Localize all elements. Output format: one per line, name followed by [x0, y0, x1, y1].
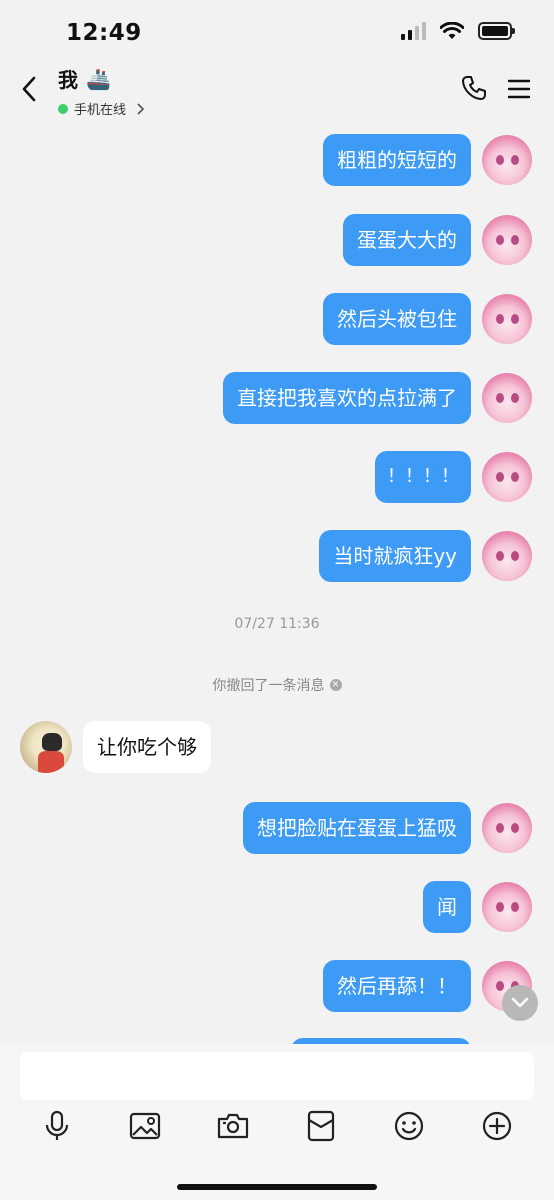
message-bubble-outgoing[interactable]: 然后再舔！！ [323, 960, 471, 1012]
message-bubble-outgoing[interactable]: 粗粗的短短的 [323, 134, 471, 186]
chat-header: 我 🚢 手机在线 [0, 62, 554, 118]
status-bar: 12:49 [0, 0, 554, 62]
my-avatar[interactable] [482, 135, 532, 185]
hamburger-menu-icon [507, 79, 531, 99]
status-time: 12:49 [66, 20, 142, 46]
my-avatar[interactable] [482, 373, 532, 423]
camera-button[interactable] [215, 1108, 251, 1144]
mic-button[interactable] [39, 1108, 75, 1144]
plus-icon [482, 1111, 512, 1141]
message-bubble-outgoing[interactable]: 直接把我喜欢的点拉满了 [223, 372, 471, 424]
status-icons [401, 22, 515, 40]
message-list[interactable]: 粗粗的短短的 蛋蛋大大的 然后头被包住 直接把我喜欢的点拉满了 ！！！！ 当时就… [0, 118, 554, 1044]
ship-emoji: 🚢 [86, 66, 111, 91]
chat-title: 我 [58, 68, 78, 92]
chevron-right-icon [137, 102, 145, 115]
message-timestamp: 07/27 11:36 [234, 616, 320, 632]
image-icon [129, 1112, 161, 1140]
chat-title-area[interactable]: 我 🚢 手机在线 [58, 64, 145, 118]
my-avatar[interactable] [482, 452, 532, 502]
emoji-button[interactable] [391, 1108, 427, 1144]
back-button[interactable] [14, 74, 44, 104]
message-bubble-incoming[interactable]: 让你吃个够 [83, 721, 211, 773]
online-dot-icon [58, 103, 68, 114]
my-avatar[interactable] [482, 215, 532, 265]
plus-button[interactable] [479, 1108, 515, 1144]
image-button[interactable] [127, 1108, 163, 1144]
wifi-icon [440, 22, 464, 39]
cellular-signal-icon [401, 22, 426, 40]
camera-icon [217, 1113, 249, 1139]
message-bubble-outgoing[interactable]: 蛋蛋大大的 [343, 214, 471, 266]
my-avatar[interactable] [482, 882, 532, 932]
presence-label: 手机在线 [74, 103, 127, 118]
contact-avatar[interactable] [20, 721, 72, 773]
scroll-to-bottom-button[interactable] [502, 985, 538, 1021]
message-bubble-outgoing[interactable]: 当时就疯狂yy [319, 530, 471, 582]
message-bubble-outgoing[interactable]: 然后头被包住 [323, 293, 471, 345]
phone-icon [462, 76, 486, 100]
emoji-icon [394, 1111, 424, 1141]
recall-notice: 你撤回了一条消息 ✕ [0, 675, 554, 695]
message-bubble-outgoing[interactable]: 闻 [423, 881, 471, 933]
chevron-down-icon [511, 997, 529, 1008]
input-area [0, 1044, 554, 1200]
my-avatar[interactable] [482, 531, 532, 581]
battery-icon [478, 22, 515, 40]
input-toolbar [0, 1108, 554, 1152]
my-avatar[interactable] [482, 803, 532, 853]
my-avatar[interactable] [482, 294, 532, 344]
menu-button[interactable] [506, 76, 532, 102]
home-indicator [177, 1184, 377, 1190]
red-packet-icon [307, 1110, 335, 1142]
message-bubble-outgoing[interactable]: ！！！！ [375, 451, 471, 503]
message-input[interactable] [20, 1052, 534, 1100]
mic-icon [45, 1110, 69, 1140]
recall-text: 你撤回了一条消息 [212, 678, 325, 694]
presence-status[interactable]: 手机在线 [58, 99, 145, 118]
chevron-left-icon [22, 76, 36, 102]
red-packet-button[interactable] [303, 1108, 339, 1144]
message-bubble-outgoing[interactable]: 想把脸贴在蛋蛋上猛吸 [243, 802, 471, 854]
call-button[interactable] [460, 74, 490, 104]
close-circle-icon[interactable]: ✕ [329, 679, 342, 691]
